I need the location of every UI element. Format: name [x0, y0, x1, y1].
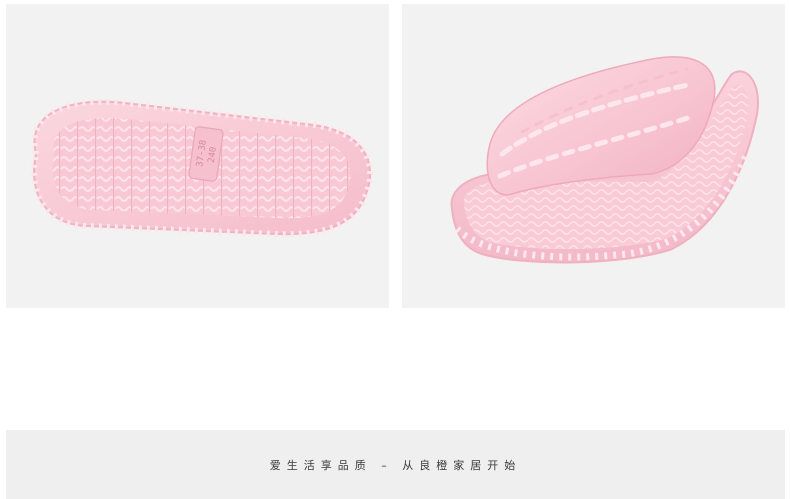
slipper-sole-image: 37-38 240	[31, 98, 374, 238]
sole-view-image: 37-38 240	[6, 4, 389, 308]
slipper-side-image	[450, 56, 759, 264]
side-view-image	[402, 4, 785, 308]
footer-band: 爱生活享品质 – 从良橙家居开始	[6, 430, 785, 499]
footer-slogan: 爱生活享品质 – 从良橙家居开始	[269, 458, 522, 472]
